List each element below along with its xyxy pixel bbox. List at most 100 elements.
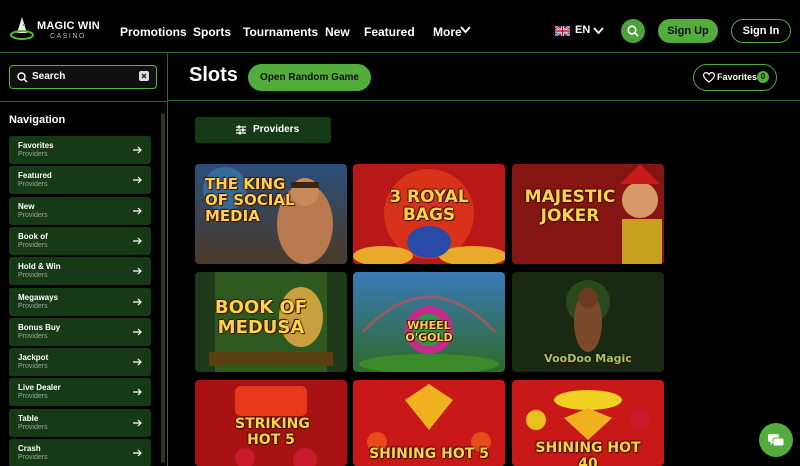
game-title: STRIKING HOT 5 — [235, 416, 310, 448]
chevron-down-icon — [593, 27, 604, 35]
language-code: EN — [575, 24, 591, 36]
main-divider — [168, 100, 800, 101]
wizard-hat-icon — [10, 17, 34, 40]
nav-item-label: Jackpot — [18, 353, 49, 363]
arrow-right-icon — [133, 388, 142, 396]
game-title: 3 ROYAL BAGS — [389, 187, 469, 225]
sidebar: Search Navigation Favorites Providers Feat… — [0, 53, 168, 466]
sidebar-nav-item[interactable]: Crash Providers — [9, 439, 151, 466]
nav-item-sublabel: Providers — [18, 181, 48, 189]
game-tile-voodoo-magic[interactable]: VooDoo Magic — [512, 272, 664, 372]
nav-item-label: Crash — [18, 444, 41, 453]
game-tile-shining-hot-40[interactable]: SHINING HOT 40 — [512, 380, 664, 466]
game-tile-3-royal-bags[interactable]: 3 ROYAL BAGS — [353, 164, 505, 264]
nav-item-label: Book of — [18, 231, 48, 241]
nav-item-sublabel: Providers — [18, 454, 48, 461]
providers-filter-button[interactable]: Providers — [195, 117, 331, 143]
providers-label: Providers — [253, 124, 300, 135]
chat-icon — [768, 434, 785, 447]
nav-featured[interactable]: Featured — [364, 25, 415, 39]
nav-item-label: Table — [18, 413, 39, 423]
arrow-right-icon — [133, 176, 142, 184]
open-random-game-button[interactable]: Open Random Game — [248, 64, 371, 91]
nav-item-label: Favorites — [18, 141, 54, 150]
brand-subtitle: CASINO — [50, 33, 86, 40]
nav-item-sublabel: Providers — [18, 393, 48, 401]
nav-new[interactable]: New — [325, 25, 350, 39]
game-tile-shining-hot-5[interactable]: SHINING HOT 5 — [353, 380, 505, 466]
game-title: SHINING HOT 40 — [535, 440, 641, 466]
nav-item-label: Live Dealer — [18, 383, 61, 393]
game-tile-majestic-joker[interactable]: MAJESTIC JOKER — [512, 164, 664, 264]
nav-item-sublabel: Providers — [18, 423, 48, 431]
favorites-button[interactable]: Favorites 0 — [693, 64, 777, 91]
arrow-right-icon — [133, 267, 142, 275]
nav-sports[interactable]: Sports — [193, 25, 231, 39]
game-tile-king-of-social-media[interactable]: THE KING OF SOCIAL MEDIA — [195, 164, 347, 264]
nav-item-sublabel: Providers — [18, 302, 48, 310]
sidebar-nav-item[interactable]: Bonus Buy Providers — [9, 317, 151, 346]
nav-item-label: New — [18, 201, 35, 211]
sidebar-divider — [0, 101, 168, 102]
sidebar-nav-item[interactable]: Hold & Win Providers — [9, 257, 151, 286]
game-tile-striking-hot-5[interactable]: STRIKING HOT 5 — [195, 380, 347, 466]
sidebar-nav-item[interactable]: Jackpot Providers — [9, 348, 151, 377]
nav-item-label: Featured — [18, 171, 52, 181]
nav-more[interactable]: More — [433, 25, 462, 39]
uk-flag-icon — [555, 26, 570, 36]
chevron-down-icon[interactable] — [460, 26, 471, 34]
sidebar-scrollbar[interactable] — [161, 113, 165, 463]
arrow-right-icon — [133, 419, 142, 427]
nav-item-sublabel: Providers — [18, 332, 48, 340]
arrow-right-icon — [133, 449, 142, 457]
nav-item-sublabel: Providers — [18, 211, 48, 219]
arrow-right-icon — [133, 328, 142, 336]
game-title: VooDoo Magic — [544, 352, 632, 365]
game-title: WHEEL O'GOLD — [405, 319, 453, 344]
sidebar-nav-item[interactable]: Live Dealer Providers — [9, 378, 151, 407]
sidebar-nav-item[interactable]: New Providers — [9, 196, 151, 225]
nav-item-label: Hold & Win — [18, 262, 61, 272]
nav-item-sublabel: Providers — [18, 241, 48, 249]
sign-up-button[interactable]: Sign Up — [658, 19, 718, 43]
nav-tournaments[interactable]: Tournaments — [243, 25, 318, 39]
sidebar-heading: Navigation — [9, 114, 66, 126]
game-title: THE KING OF SOCIAL MEDIA — [205, 175, 295, 225]
search-icon — [17, 72, 28, 83]
header-search-button[interactable] — [621, 19, 645, 43]
nav-promotions[interactable]: Promotions — [120, 25, 187, 39]
game-title: SHINING HOT 5 — [369, 446, 489, 462]
game-tile-wheel-o-gold[interactable]: WHEEL O'GOLD — [353, 272, 505, 372]
game-title: MAJESTIC JOKER — [524, 187, 616, 226]
sidebar-nav-item[interactable]: Table Providers — [9, 408, 151, 437]
game-tile-book-of-medusa[interactable]: BOOK OF MEDUSA — [195, 272, 347, 372]
nav-item-sublabel: Providers — [18, 151, 48, 158]
live-chat-button[interactable] — [759, 423, 793, 457]
sidebar-search-input[interactable]: Search — [9, 65, 157, 89]
heart-icon — [703, 72, 715, 83]
arrow-right-icon — [133, 146, 142, 154]
arrow-right-icon — [133, 207, 142, 215]
arrow-right-icon — [133, 237, 142, 245]
search-placeholder: Search — [32, 71, 66, 82]
sliders-icon — [236, 125, 246, 135]
arrow-right-icon — [133, 298, 142, 305]
nav-item-sublabel: Providers — [18, 363, 48, 371]
game-title: BOOK OF MEDUSA — [214, 297, 308, 338]
logo[interactable]: MAGIC WIN CASINO — [10, 12, 110, 46]
sidebar-nav-item[interactable]: Megaways Providers — [9, 287, 151, 316]
language-selector[interactable]: EN — [553, 22, 605, 40]
favorites-count-badge: 0 — [757, 71, 769, 83]
brand-name: MAGIC WIN — [37, 20, 100, 32]
sidebar-nav-item[interactable]: Book of Providers — [9, 226, 151, 255]
page-title: Slots — [189, 64, 238, 86]
nav-item-label: Megaways — [18, 292, 59, 302]
sign-in-button[interactable]: Sign In — [731, 19, 791, 43]
sidebar-nav-item[interactable]: Favorites Providers — [9, 136, 151, 164]
sidebar-nav-item[interactable]: Featured Providers — [9, 166, 151, 195]
search-icon — [627, 25, 639, 37]
favorites-label: Favorites — [717, 72, 758, 82]
clear-icon[interactable] — [139, 71, 149, 81]
arrow-right-icon — [133, 358, 142, 366]
nav-item-sublabel: Providers — [18, 272, 48, 280]
